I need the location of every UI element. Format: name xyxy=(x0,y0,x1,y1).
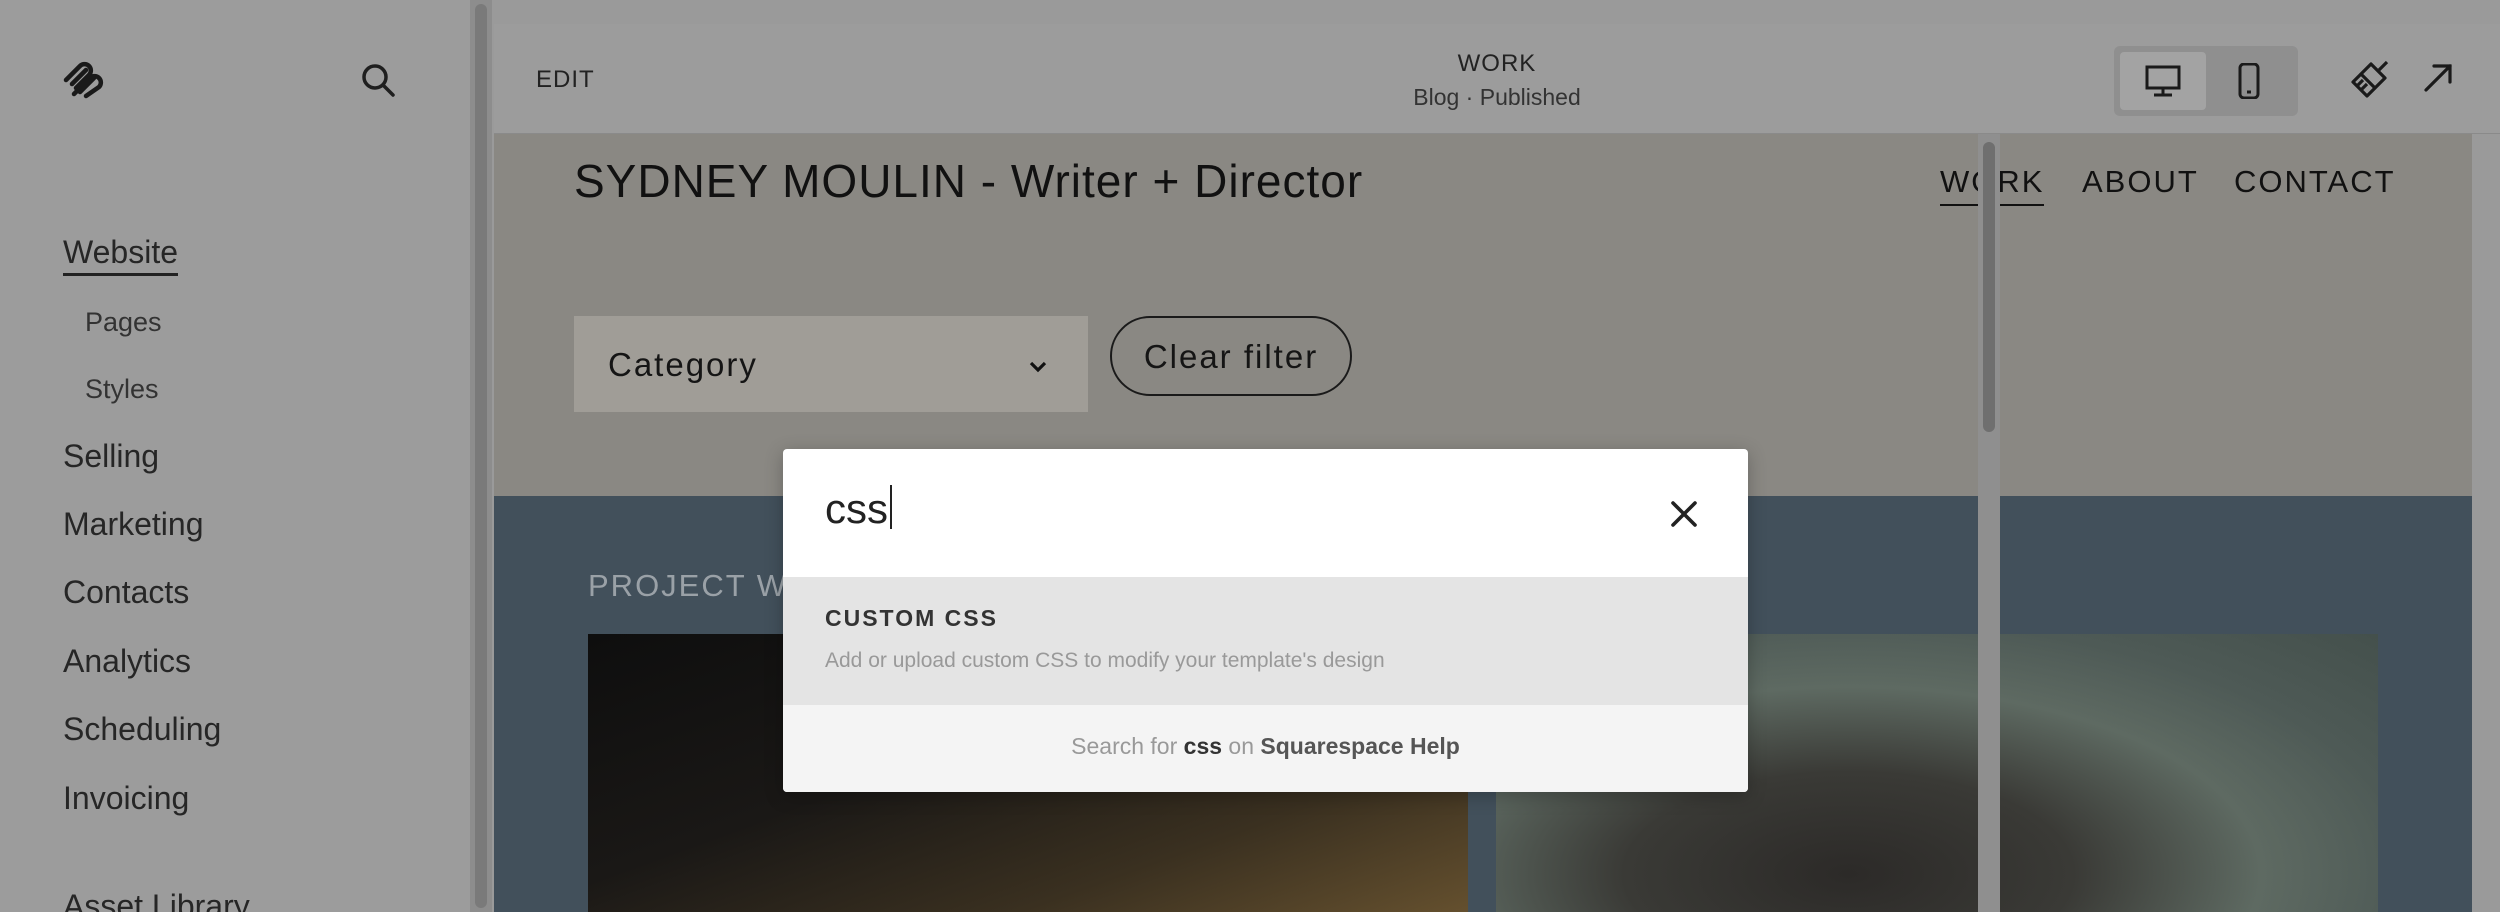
close-icon[interactable] xyxy=(1667,497,1701,531)
mobile-view-button[interactable] xyxy=(2206,52,2292,110)
editor-topbar: EDIT WORK Blog · Published xyxy=(494,24,2500,134)
device-toggle xyxy=(2114,46,2298,116)
site-nav-about[interactable]: ABOUT xyxy=(2082,164,2199,200)
squarespace-logo-icon[interactable] xyxy=(60,58,106,104)
search-input[interactable]: css xyxy=(825,485,892,533)
site-title[interactable]: SYDNEY MOULIN - Writer + Director xyxy=(574,154,1363,208)
search-result-custom-css[interactable]: CUSTOM CSS Add or upload custom CSS to m… xyxy=(783,577,1748,705)
sidebar-item-scheduling[interactable]: Scheduling xyxy=(63,711,221,748)
sidebar-scrollbar[interactable] xyxy=(470,0,492,912)
result-description: Add or upload custom CSS to modify your … xyxy=(825,649,1385,672)
sidebar-item-contacts[interactable]: Contacts xyxy=(63,574,189,611)
sidebar-item-website[interactable]: Website xyxy=(63,234,179,276)
preview-scroll-thumb[interactable] xyxy=(1983,142,1995,432)
clear-filter-button[interactable]: Clear filter xyxy=(1110,316,1352,396)
footer-prefix: Search for xyxy=(1071,733,1178,759)
squarespace-help-link[interactable]: Squarespace Help xyxy=(1260,733,1459,759)
brush-icon[interactable] xyxy=(2349,58,2391,105)
sidebar-item-pages[interactable]: Pages xyxy=(85,307,162,338)
text-caret xyxy=(890,485,892,529)
sidebar-item-invoicing[interactable]: Invoicing xyxy=(63,780,189,817)
search-modal: css CUSTOM CSS Add or upload custom CSS … xyxy=(783,449,1748,792)
sidebar-item-selling[interactable]: Selling xyxy=(63,438,159,475)
footer-mid: on xyxy=(1228,733,1255,759)
category-label: Category xyxy=(608,346,758,383)
site-nav-contact[interactable]: CONTACT xyxy=(2234,164,2396,200)
desktop-icon xyxy=(2145,65,2181,97)
sidebar-item-styles[interactable]: Styles xyxy=(85,374,159,405)
clear-filter-label: Clear filter xyxy=(1143,338,1319,375)
result-title: CUSTOM CSS xyxy=(825,605,998,631)
search-query-text: css xyxy=(825,485,888,532)
footer-term: css xyxy=(1183,733,1223,759)
search-icon[interactable] xyxy=(358,60,398,100)
sidebar: Website Pages Styles Selling Marketing C… xyxy=(0,0,470,912)
chevron-down-icon xyxy=(1028,354,1048,380)
sidebar-scroll-thumb[interactable] xyxy=(475,4,487,908)
category-dropdown[interactable]: Category xyxy=(574,316,1088,412)
exit-arrow-icon[interactable] xyxy=(2422,62,2454,99)
help-search-link[interactable]: Search for css on Squarespace Help xyxy=(783,705,1748,792)
preview-scrollbar[interactable] xyxy=(1978,134,2000,912)
desktop-view-button[interactable] xyxy=(2120,52,2206,110)
sidebar-item-analytics[interactable]: Analytics xyxy=(63,643,191,680)
mobile-icon xyxy=(2238,63,2260,99)
sidebar-item-asset-library[interactable]: Asset Library xyxy=(63,888,250,912)
sidebar-item-marketing[interactable]: Marketing xyxy=(63,506,204,543)
